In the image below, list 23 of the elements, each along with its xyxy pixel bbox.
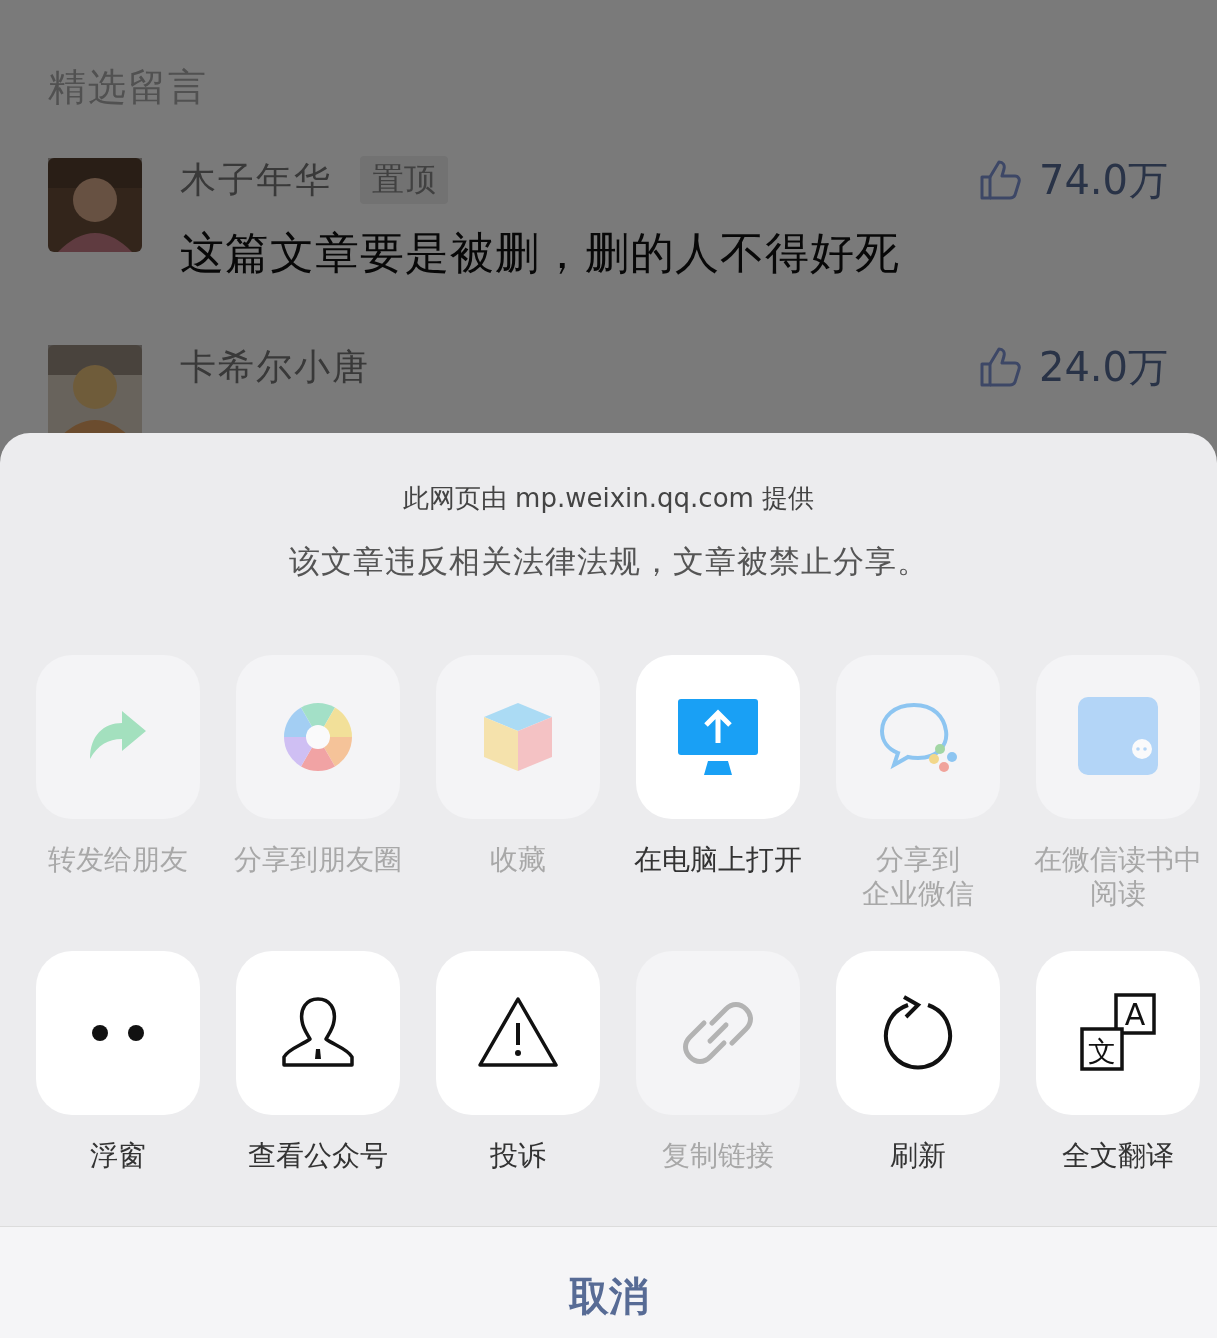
option-label: 投诉: [490, 1139, 546, 1173]
like-count: 74.0万: [1038, 155, 1168, 205]
commenter-name: 卡希尔小唐: [180, 344, 370, 389]
comment-text: 这篇文章要是被删，删的人不得好死: [180, 226, 901, 280]
option-label: 复制链接: [662, 1139, 774, 1173]
option-label: 收藏: [490, 843, 546, 877]
option-label: 浮窗: [90, 1139, 146, 1173]
provider-note: 此网页由 mp.weixin.qq.com 提供: [401, 482, 816, 515]
option-label: 全文翻译: [1062, 1139, 1174, 1173]
share-blocked-notice: 该文章违反相关法律法规，文章被禁止分享。: [287, 542, 930, 581]
option-label: 阅读: [1090, 877, 1146, 911]
like-count: 24.0万: [1038, 342, 1168, 392]
share-option-tile[interactable]: A 文: [1036, 951, 1200, 1115]
option-label: 分享到朋友圈: [234, 843, 402, 877]
option-label: 查看公众号: [248, 1139, 388, 1173]
option-label: 转发给朋友: [48, 843, 188, 877]
cancel-button[interactable]: 取消: [548, 1271, 669, 1321]
option-label: 刷新: [890, 1139, 946, 1173]
option-label: 分享到: [876, 843, 960, 877]
commenter-name: 木子年华: [180, 157, 332, 202]
option-label: 在微信读书中: [1034, 843, 1202, 877]
option-label: 在电脑上打开: [634, 843, 802, 877]
option-label: 企业微信: [862, 877, 974, 911]
